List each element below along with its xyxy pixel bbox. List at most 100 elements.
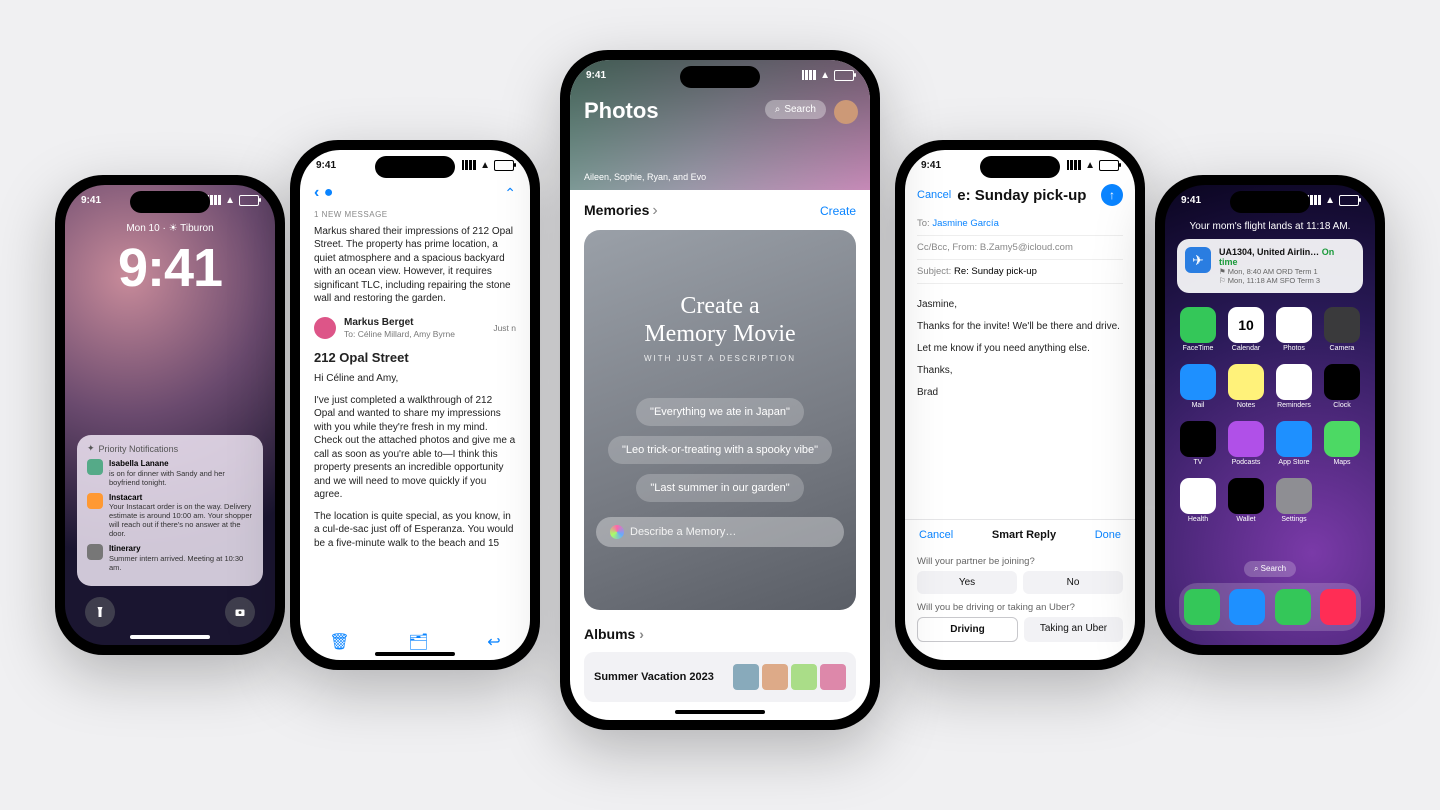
app-icon (1180, 364, 1216, 400)
thumbnail (791, 664, 817, 690)
create-button[interactable]: Create (820, 204, 856, 218)
sr-done-button[interactable]: Done (1095, 529, 1121, 541)
mail-body[interactable]: 1 NEW MESSAGE Markus shared their impres… (314, 210, 516, 620)
app-icon (1180, 421, 1216, 457)
section-title[interactable]: Memories (584, 202, 649, 218)
dock-app[interactable] (1229, 589, 1265, 625)
sender-row[interactable]: Markus BergetTo: Céline Millard, Amy Byr… (314, 316, 516, 341)
wifi-icon: ▲ (1085, 160, 1095, 171)
reply-option[interactable]: Yes (917, 571, 1017, 594)
send-button[interactable]: ↑ (1101, 184, 1123, 206)
app-icon-tv[interactable]: TV (1179, 421, 1217, 466)
sr-cancel-button[interactable]: Cancel (919, 529, 953, 541)
album-thumbnails (733, 664, 846, 690)
app-icon (1324, 421, 1360, 457)
notif-row[interactable]: ItinerarySummer intern arrived. Meeting … (87, 544, 253, 572)
albums-header[interactable]: Albums › (584, 626, 644, 642)
battery-icon (239, 195, 259, 206)
sent-time: Just n (493, 323, 516, 334)
app-icon-clock[interactable]: Clock (1323, 364, 1361, 409)
smart-reply-question: Will you be driving or taking an Uber? D… (917, 602, 1123, 642)
priority-notifications[interactable]: ✦Priority Notifications Isabella Lananei… (77, 435, 263, 586)
avatar (314, 317, 336, 339)
question-text: Will your partner be joining? (917, 556, 1123, 567)
app-icon-settings[interactable]: Settings (1275, 478, 1313, 523)
thumbnail (733, 664, 759, 690)
dock-app[interactable] (1320, 589, 1356, 625)
mail-toolbar: 🗑 🗂 ↩ (300, 632, 530, 652)
app-icon (1276, 364, 1312, 400)
compose-body[interactable]: Jasmine, Thanks for the invite! We'll be… (917, 298, 1123, 408)
to-field[interactable]: To: Jasmine García (917, 212, 1123, 236)
app-icon-mail[interactable]: Mail (1179, 364, 1217, 409)
notif-row[interactable]: Isabella Lananeis on for dinner with San… (87, 459, 253, 487)
app-icon (1180, 307, 1216, 343)
home-indicator[interactable] (675, 710, 765, 714)
dynamic-island (130, 191, 210, 213)
flight-card[interactable]: ✈ UA1304, United Airlin… On time ⚑ Mon, … (1177, 239, 1363, 293)
phone-homescreen: 9:41 ▲ Your mom's flight lands at 11:18 … (1155, 175, 1385, 655)
app-label: Mail (1192, 402, 1205, 409)
cc-field[interactable]: Cc/Bcc, From: B.Zamy5@icloud.com (917, 236, 1123, 260)
airplane-icon: ✈ (1185, 247, 1211, 273)
dock-app[interactable] (1184, 589, 1220, 625)
reply-option[interactable]: Taking an Uber (1024, 617, 1123, 642)
memory-prompt-input[interactable]: Describe a Memory… (596, 517, 844, 547)
app-icon-app-store[interactable]: App Store (1275, 421, 1313, 466)
camera-button[interactable] (225, 597, 255, 627)
home-indicator[interactable] (130, 635, 210, 639)
thumbnail (762, 664, 788, 690)
suggestion-chip[interactable]: "Everything we ate in Japan" (636, 398, 804, 426)
app-icon (1324, 364, 1360, 400)
app-label: Notes (1237, 402, 1255, 409)
app-icon-reminders[interactable]: Reminders (1275, 364, 1313, 409)
spotlight-pill[interactable]: ⌕ Search (1244, 561, 1296, 577)
app-label: App Store (1278, 459, 1309, 466)
reply-option-selected[interactable]: Driving (917, 617, 1018, 642)
app-icon-facetime[interactable]: FaceTime (1179, 307, 1217, 352)
compose-title: e: Sunday pick-up (957, 187, 1095, 204)
archive-icon[interactable]: 🗂 (408, 632, 428, 652)
app-icon-photos[interactable]: Photos (1275, 307, 1313, 352)
app-icon-health[interactable]: Health (1179, 478, 1217, 523)
app-icon-podcasts[interactable]: Podcasts (1227, 421, 1265, 466)
memory-movie-card: Create aMemory Movie WITH JUST A DESCRIP… (584, 230, 856, 610)
suggestion-chip[interactable]: "Leo trick-or-treating with a spooky vib… (608, 436, 832, 464)
reply-icon[interactable]: ↩ (487, 632, 500, 652)
app-icon (1276, 307, 1312, 343)
album-row[interactable]: Summer Vacation 2023 (584, 652, 856, 702)
app-icon-camera[interactable]: Camera (1323, 307, 1361, 352)
battery-icon (834, 70, 854, 81)
smart-reply-question: Will your partner be joining? Yes No (917, 556, 1123, 594)
trash-icon[interactable]: 🗑 (329, 632, 349, 652)
back-button[interactable]: ‹ ● (314, 184, 333, 202)
battery-icon (494, 160, 514, 171)
up-arrow-icon[interactable]: ⌃ (504, 185, 516, 202)
mail-subject: 212 Opal Street (314, 349, 516, 367)
app-label: Reminders (1277, 402, 1311, 409)
app-label: Calendar (1232, 345, 1260, 352)
app-icon (1228, 478, 1264, 514)
dock-app[interactable] (1275, 589, 1311, 625)
search-button[interactable]: ⌕Search (765, 100, 826, 119)
reply-option[interactable]: No (1023, 571, 1123, 594)
profile-avatar[interactable] (834, 100, 858, 124)
people-caption: Aileen, Sophie, Ryan, and Evo (584, 172, 706, 182)
app-label: Clock (1333, 402, 1351, 409)
app-icon-wallet[interactable]: Wallet (1227, 478, 1265, 523)
cancel-button[interactable]: Cancel (917, 189, 951, 201)
app-icon-calendar[interactable]: 10Calendar (1227, 307, 1265, 352)
phone-mail-compose: 9:41 ▲ Cancel e: Sunday pick-up ↑ To: Ja… (895, 140, 1145, 670)
app-icon-maps[interactable]: Maps (1323, 421, 1361, 466)
subject-field[interactable]: Subject: Re: Sunday pick-up (917, 260, 1123, 284)
notif-row[interactable]: InstacartYour Instacart order is on the … (87, 493, 253, 539)
chevron-right-icon: › (639, 626, 644, 642)
app-icon-notes[interactable]: Notes (1227, 364, 1265, 409)
home-indicator[interactable] (375, 652, 455, 656)
wifi-icon: ▲ (225, 195, 235, 206)
ai-summary: Markus shared their impressions of 212 O… (314, 225, 516, 306)
signal-icon (462, 160, 476, 170)
suggestion-chip[interactable]: "Last summer in our garden" (636, 474, 803, 502)
chevron-right-icon: › (652, 202, 657, 219)
flashlight-button[interactable] (85, 597, 115, 627)
